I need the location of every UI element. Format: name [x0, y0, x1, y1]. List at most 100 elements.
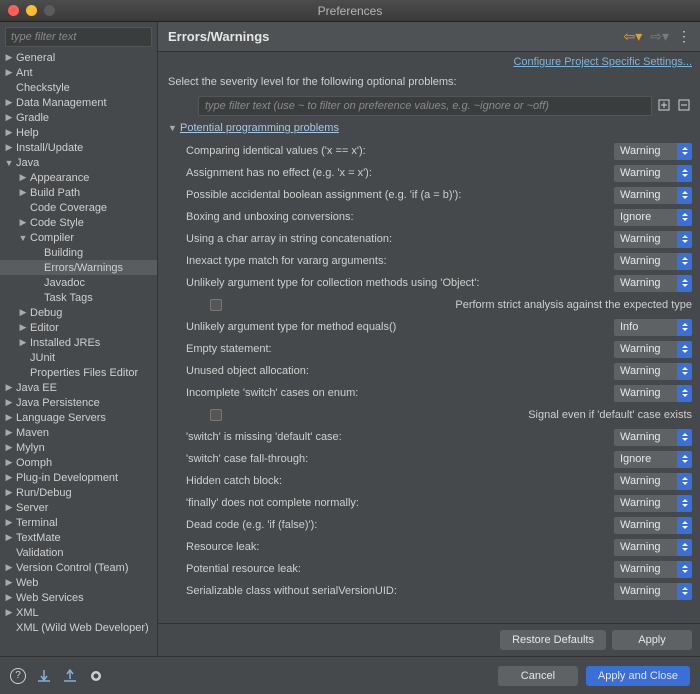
chevron-down-icon[interactable]: ▼ — [4, 158, 14, 168]
combo-stepper-icon[interactable] — [677, 583, 692, 600]
combo-stepper-icon[interactable] — [677, 319, 692, 336]
settings-filter-input[interactable]: type filter text (use ~ to filter on pre… — [198, 96, 652, 116]
tree-item[interactable]: Checkstyle — [0, 80, 157, 95]
chevron-right-icon[interactable]: ▶ — [4, 412, 14, 423]
tree-item[interactable]: Validation — [0, 545, 157, 560]
severity-combo[interactable]: Warning — [614, 517, 692, 534]
severity-combo[interactable]: Warning — [614, 187, 692, 204]
combo-stepper-icon[interactable] — [677, 495, 692, 512]
chevron-right-icon[interactable]: ▶ — [4, 592, 14, 603]
severity-combo[interactable]: Info — [614, 319, 692, 336]
preferences-tree[interactable]: ▶General▶AntCheckstyle▶Data Management▶G… — [0, 50, 157, 656]
tree-item[interactable]: ▼Java — [0, 155, 157, 170]
tree-item[interactable]: ▶XML — [0, 605, 157, 620]
oomph-icon[interactable] — [88, 668, 104, 684]
severity-combo[interactable]: Warning — [614, 165, 692, 182]
tree-item[interactable]: JUnit — [0, 350, 157, 365]
checkbox[interactable] — [210, 409, 222, 421]
tree-item[interactable]: Properties Files Editor — [0, 365, 157, 380]
severity-combo[interactable]: Warning — [614, 473, 692, 490]
tree-item[interactable]: ▶Java EE — [0, 380, 157, 395]
configure-project-link[interactable]: Configure Project Specific Settings... — [513, 56, 692, 68]
tree-item[interactable]: ▶Build Path — [0, 185, 157, 200]
tree-item[interactable]: ▶Language Servers — [0, 410, 157, 425]
severity-combo[interactable]: Warning — [614, 253, 692, 270]
menu-icon[interactable]: ⋮ — [677, 28, 692, 45]
sidebar-filter-input[interactable]: type filter text — [5, 27, 152, 47]
chevron-right-icon[interactable]: ▶ — [4, 382, 14, 393]
severity-combo[interactable]: Ignore — [614, 209, 692, 226]
back-icon[interactable]: ⇦▾ — [623, 28, 642, 45]
chevron-right-icon[interactable]: ▶ — [4, 517, 14, 528]
apply-button[interactable]: Apply — [612, 630, 692, 650]
collapse-all-icon[interactable] — [678, 99, 692, 113]
expand-all-icon[interactable] — [658, 99, 672, 113]
combo-stepper-icon[interactable] — [677, 275, 692, 292]
combo-stepper-icon[interactable] — [677, 187, 692, 204]
severity-combo[interactable]: Warning — [614, 143, 692, 160]
tree-item[interactable]: ▼Compiler — [0, 230, 157, 245]
tree-item[interactable]: ▶General — [0, 50, 157, 65]
combo-stepper-icon[interactable] — [677, 451, 692, 468]
tree-item[interactable]: ▶Version Control (Team) — [0, 560, 157, 575]
tree-item[interactable]: ▶Run/Debug — [0, 485, 157, 500]
tree-item[interactable]: ▶Web Services — [0, 590, 157, 605]
export-icon[interactable] — [62, 668, 78, 684]
combo-stepper-icon[interactable] — [677, 517, 692, 534]
severity-combo[interactable]: Warning — [614, 341, 692, 358]
tree-item[interactable]: ▶Mylyn — [0, 440, 157, 455]
combo-stepper-icon[interactable] — [677, 231, 692, 248]
combo-stepper-icon[interactable] — [677, 165, 692, 182]
combo-stepper-icon[interactable] — [677, 363, 692, 380]
chevron-right-icon[interactable]: ▶ — [4, 142, 14, 153]
tree-item[interactable]: ▶Gradle — [0, 110, 157, 125]
severity-combo[interactable]: Warning — [614, 583, 692, 600]
chevron-right-icon[interactable]: ▶ — [4, 397, 14, 408]
settings-list[interactable]: Comparing identical values ('x == x'):Wa… — [158, 138, 700, 623]
chevron-right-icon[interactable]: ▶ — [4, 442, 14, 453]
tree-item[interactable]: ▶Server — [0, 500, 157, 515]
chevron-right-icon[interactable]: ▶ — [4, 112, 14, 123]
severity-combo[interactable]: Warning — [614, 363, 692, 380]
combo-stepper-icon[interactable] — [677, 253, 692, 270]
cancel-button[interactable]: Cancel — [498, 666, 578, 686]
chevron-right-icon[interactable]: ▶ — [4, 427, 14, 438]
checkbox[interactable] — [210, 299, 222, 311]
severity-combo[interactable]: Warning — [614, 561, 692, 578]
tree-item[interactable]: ▶Oomph — [0, 455, 157, 470]
chevron-right-icon[interactable]: ▶ — [18, 322, 28, 333]
import-icon[interactable] — [36, 668, 52, 684]
category-row[interactable]: ▼ Potential programming problems — [158, 120, 700, 138]
severity-combo[interactable]: Warning — [614, 495, 692, 512]
chevron-right-icon[interactable]: ▶ — [4, 502, 14, 513]
chevron-right-icon[interactable]: ▶ — [4, 532, 14, 543]
tree-item[interactable]: ▶Appearance — [0, 170, 157, 185]
chevron-right-icon[interactable]: ▶ — [4, 607, 14, 618]
tree-item[interactable]: ▶TextMate — [0, 530, 157, 545]
combo-stepper-icon[interactable] — [677, 209, 692, 226]
chevron-right-icon[interactable]: ▶ — [18, 217, 28, 228]
combo-stepper-icon[interactable] — [677, 473, 692, 490]
tree-item[interactable]: ▶Editor — [0, 320, 157, 335]
restore-defaults-button[interactable]: Restore Defaults — [500, 630, 606, 650]
chevron-right-icon[interactable]: ▶ — [18, 187, 28, 198]
tree-item[interactable]: ▶Web — [0, 575, 157, 590]
tree-item[interactable]: ▶Help — [0, 125, 157, 140]
apply-and-close-button[interactable]: Apply and Close — [586, 666, 690, 686]
severity-combo[interactable]: Ignore — [614, 451, 692, 468]
severity-combo[interactable]: Warning — [614, 429, 692, 446]
tree-item[interactable]: Building — [0, 245, 157, 260]
chevron-right-icon[interactable]: ▶ — [4, 67, 14, 78]
severity-combo[interactable]: Warning — [614, 231, 692, 248]
severity-combo[interactable]: Warning — [614, 385, 692, 402]
tree-item[interactable]: XML (Wild Web Developer) — [0, 620, 157, 635]
help-icon[interactable]: ? — [10, 668, 26, 684]
chevron-right-icon[interactable]: ▶ — [4, 472, 14, 483]
chevron-right-icon[interactable]: ▶ — [18, 307, 28, 318]
tree-item[interactable]: ▶Maven — [0, 425, 157, 440]
tree-item[interactable]: ▶Code Style — [0, 215, 157, 230]
chevron-right-icon[interactable]: ▶ — [18, 337, 28, 348]
chevron-right-icon[interactable]: ▶ — [4, 562, 14, 573]
tree-item[interactable]: ▶Debug — [0, 305, 157, 320]
chevron-right-icon[interactable]: ▶ — [4, 97, 14, 108]
